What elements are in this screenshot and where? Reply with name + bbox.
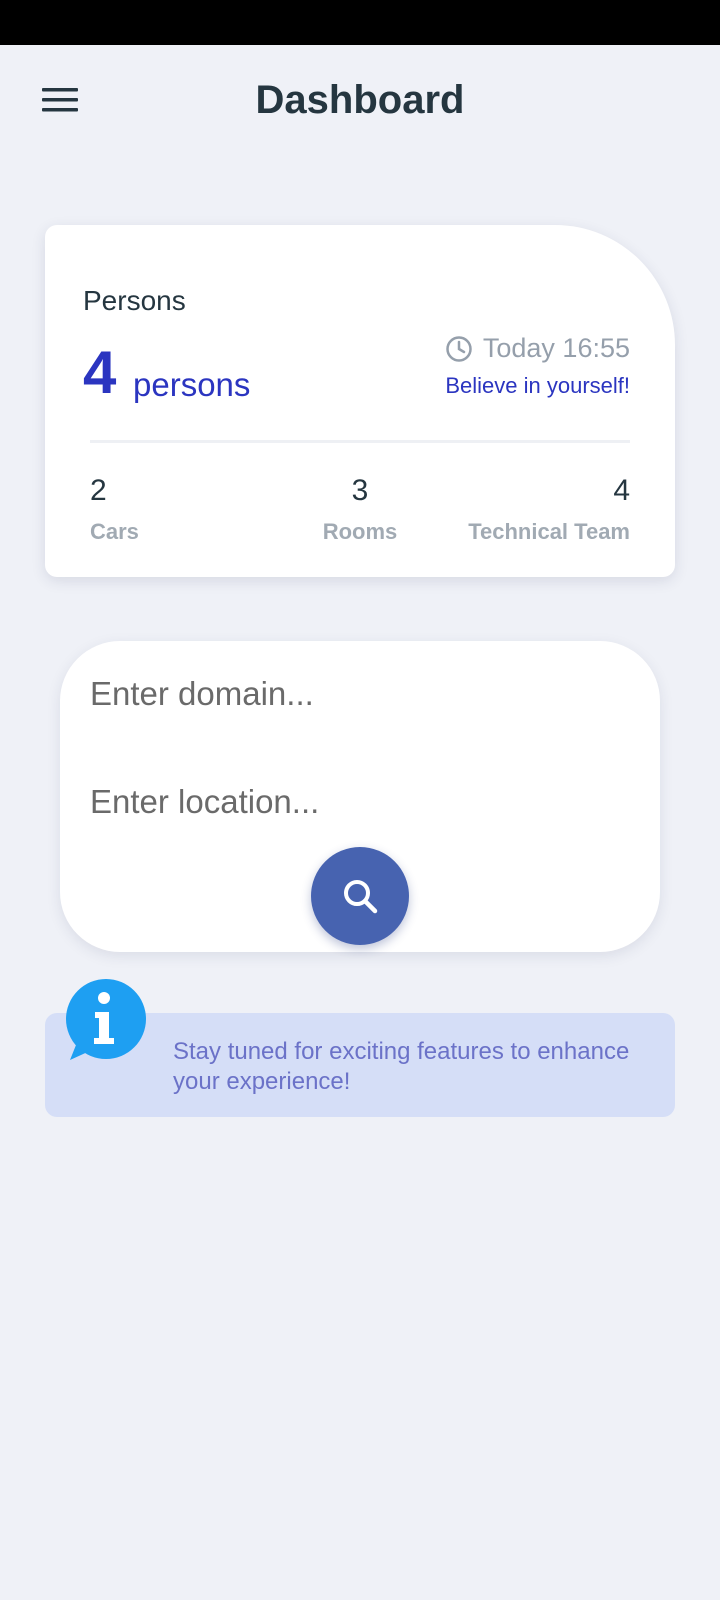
time-text: Today 16:55: [482, 333, 630, 363]
domain-input[interactable]: [90, 666, 630, 722]
time-row: Today 16:55: [445, 333, 630, 364]
stat-cars: 2 Cars: [90, 473, 139, 545]
stat-value: 3: [351, 474, 369, 507]
status-bar: [0, 0, 720, 45]
info-icon: [66, 979, 146, 1060]
stat-technical-team: 4 Technical Team: [468, 473, 630, 545]
stat-label: Technical Team: [468, 519, 630, 544]
motto-text: Believe in yourself!: [445, 373, 630, 398]
card-divider: [90, 440, 630, 443]
persons-count: 4: [83, 339, 117, 406]
stat-label: Rooms: [322, 519, 398, 544]
search-icon: [344, 880, 378, 914]
info-text: Stay tuned for exciting features to enha…: [173, 1038, 630, 1095]
stat-value: 2: [90, 474, 107, 507]
location-input[interactable]: [90, 774, 630, 830]
search-card: [60, 641, 660, 952]
card-label: Persons: [83, 285, 186, 316]
persons-unit: persons: [133, 366, 251, 403]
search-button[interactable]: [311, 847, 409, 945]
page-title: Dashboard: [255, 78, 465, 122]
persons-card: Persons 4 persons Today 16:55 Believe in…: [45, 225, 675, 577]
stat-label: Cars: [90, 519, 139, 544]
stat-value: 4: [613, 474, 630, 507]
clock-icon: [446, 335, 472, 362]
app-header: Dashboard: [0, 45, 720, 155]
stat-rooms: 3 Rooms: [275, 473, 445, 545]
